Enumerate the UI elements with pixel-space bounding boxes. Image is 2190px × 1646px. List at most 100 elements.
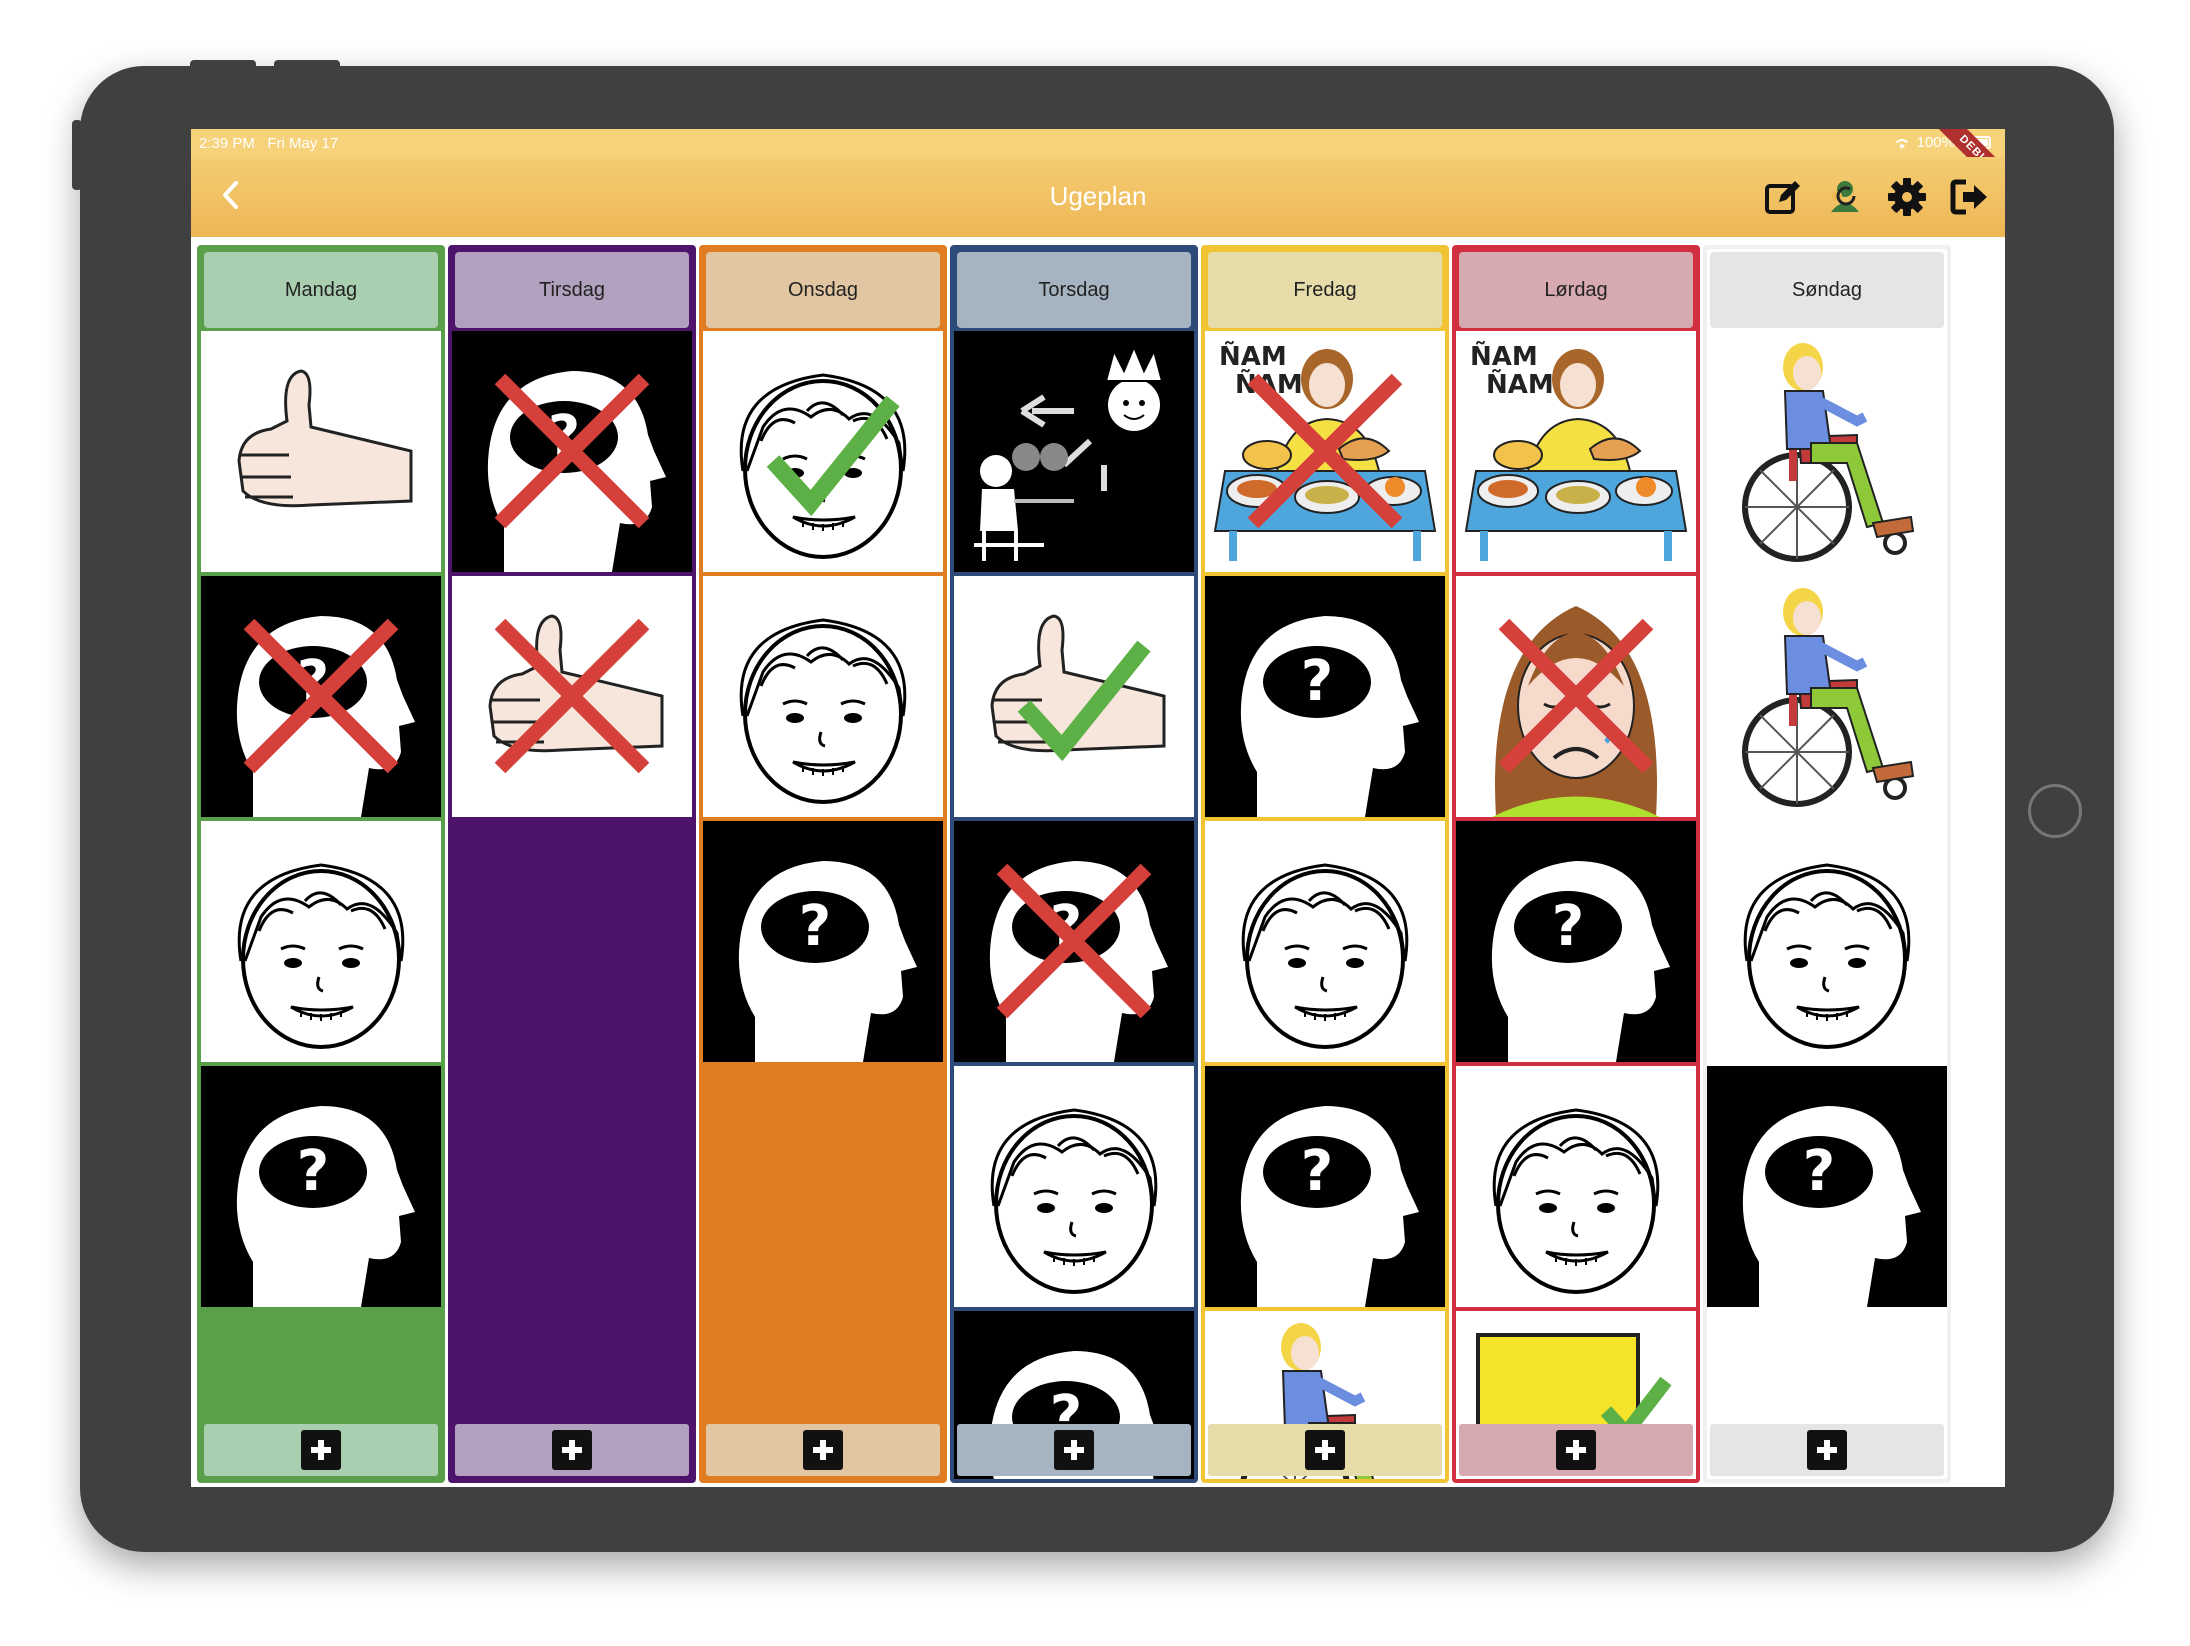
add-activity-button[interactable] [204, 1424, 438, 1476]
day-column-2: Onsdag? [699, 245, 947, 1483]
sad-girl-x-pictogram [1456, 576, 1696, 817]
add-activity-button[interactable] [1459, 1424, 1693, 1476]
activity-tile-question-head[interactable]: ? [201, 1066, 441, 1307]
activity-tile-wheelchair-girl[interactable] [1707, 331, 1947, 572]
smiling-boy-pictogram [703, 576, 943, 817]
activity-tile-question-head[interactable]: ? [1707, 1066, 1947, 1307]
question-head-pictogram: ? [1456, 821, 1696, 1062]
add-activity-button[interactable] [706, 1424, 940, 1476]
day-column-3: Torsdag?? [950, 245, 1198, 1483]
question-head-x-pictogram: ? [452, 331, 692, 572]
activity-tile-smiling-boy[interactable] [954, 1066, 1194, 1307]
activity-tile-thumbs-up[interactable] [201, 331, 441, 572]
question-head-pictogram: ? [201, 1066, 441, 1307]
edit-button[interactable] [1761, 175, 1805, 219]
plus-icon [1807, 1430, 1847, 1470]
svg-text:?: ? [1301, 649, 1333, 714]
question-head-pictogram: ? [703, 821, 943, 1062]
wheelchair-girl-pictogram [1707, 576, 1947, 817]
status-time: 2:39 PM Fri May 17 [199, 135, 339, 152]
status-bar: 2:39 PM Fri May 17 100% DEBUG [191, 129, 2005, 203]
activity-tile-smiling-boy[interactable] [1205, 821, 1445, 1062]
plus-icon [1054, 1430, 1094, 1470]
svg-text:ÑAM: ÑAM [1219, 340, 1287, 372]
svg-text:?: ? [1301, 1139, 1333, 1204]
smiling-boy-pictogram [201, 821, 441, 1062]
plus-icon [1305, 1430, 1345, 1470]
svg-text:?: ? [799, 894, 831, 959]
add-activity-button[interactable] [1710, 1424, 1944, 1476]
week-board: Mandag??Tirsdag?Onsdag?Torsdag??FredagÑA… [191, 237, 2005, 1487]
question-head-pictogram: ? [1205, 576, 1445, 817]
thumbs-up-pictogram [201, 331, 441, 572]
activity-tile-question-head[interactable]: ? [1205, 576, 1445, 817]
add-activity-button[interactable] [455, 1424, 689, 1476]
day-header[interactable]: Onsdag [706, 252, 940, 328]
thumbs-up-check-pictogram [954, 576, 1194, 817]
plus-icon [301, 1430, 341, 1470]
home-button[interactable] [2028, 784, 2082, 838]
smiling-boy-pictogram [1205, 821, 1445, 1062]
activity-tile-thumbs-up-check[interactable] [954, 576, 1194, 817]
activity-tile-question-head-x[interactable]: ? [201, 576, 441, 817]
page-title: Ugeplan [1049, 181, 1147, 211]
day-header[interactable]: Søndag [1710, 252, 1944, 328]
question-head-x-pictogram: ? [954, 821, 1194, 1062]
activity-tile-question-head[interactable]: ? [1456, 821, 1696, 1062]
day-header[interactable]: Mandag [204, 252, 438, 328]
day-column-4: FredagÑAMÑAM?? [1201, 245, 1449, 1483]
guardian-switch-icon [1831, 181, 1859, 212]
settings-button[interactable] [1885, 175, 1929, 219]
activity-tile-question-head-x[interactable]: ? [954, 821, 1194, 1062]
activity-tile-sad-girl-x[interactable] [1456, 576, 1696, 817]
eating-girl-x-pictogram: ÑAMÑAM [1205, 331, 1445, 572]
smiling-boy-pictogram [1707, 821, 1947, 1062]
appbar-actions [1761, 175, 1991, 219]
activity-tile-smiling-boy[interactable] [201, 821, 441, 1062]
wifi-icon [1895, 138, 1908, 149]
question-head-x-pictogram: ? [201, 576, 441, 817]
day-header[interactable]: Lørdag [1459, 252, 1693, 328]
app-screen: 2:39 PM Fri May 17 100% DEBUG Ugeplan Ma… [191, 129, 2005, 1487]
day-header[interactable]: Tirsdag [455, 252, 689, 328]
activity-tile-smiling-boy[interactable] [1707, 821, 1947, 1062]
activity-tile-smiling-boy-check[interactable] [703, 331, 943, 572]
smiling-boy-pictogram [954, 1066, 1194, 1307]
add-activity-button[interactable] [1208, 1424, 1442, 1476]
edit-icon [1765, 181, 1800, 214]
day-header[interactable]: Fredag [1208, 252, 1442, 328]
activity-tile-question-head[interactable]: ? [703, 821, 943, 1062]
logout-icon [1950, 179, 1987, 215]
activity-tile-smiling-boy[interactable] [703, 576, 943, 817]
add-activity-button[interactable] [957, 1424, 1191, 1476]
volume-button [274, 60, 340, 70]
volume-button [190, 60, 256, 70]
activity-tile-question-head[interactable]: ? [1205, 1066, 1445, 1307]
day-column-5: Lørdag ÑAM ÑAM? [1452, 245, 1700, 1483]
day-header[interactable]: Torsdag [957, 252, 1191, 328]
day-column-6: Søndag? [1703, 245, 1951, 1483]
question-head-pictogram: ? [1707, 1066, 1947, 1307]
svg-text:?: ? [1552, 894, 1584, 959]
question-head-pictogram: ? [1205, 1066, 1445, 1307]
svg-text:?: ? [297, 1139, 329, 1204]
wheelchair-girl-pictogram [1707, 331, 1947, 572]
activity-tile-wheelchair-girl[interactable] [1707, 576, 1947, 817]
activity-tile-smiling-boy[interactable] [1456, 1066, 1696, 1307]
settings-gear-icon [1888, 178, 1926, 216]
activity-tile-thumbs-up-x[interactable] [452, 576, 692, 817]
eating-girl-pictogram: ÑAMÑAM [1456, 331, 1696, 572]
plus-icon [803, 1430, 843, 1470]
smiling-boy-pictogram [1456, 1066, 1696, 1307]
plus-icon [552, 1430, 592, 1470]
svg-text:ÑAM: ÑAM [1486, 368, 1554, 400]
day-column-0: Mandag?? [197, 245, 445, 1483]
activity-tile-classroom-king[interactable] [954, 331, 1194, 572]
switch-citizen-button[interactable] [1823, 175, 1867, 219]
activity-tile-question-head-x[interactable]: ? [452, 331, 692, 572]
activity-tile-eating-girl[interactable]: ÑAM ÑAM [1456, 331, 1696, 572]
logout-button[interactable] [1947, 175, 1991, 219]
plus-icon [1556, 1430, 1596, 1470]
thumbs-up-x-pictogram [452, 576, 692, 817]
activity-tile-eating-girl-x[interactable]: ÑAMÑAM [1205, 331, 1445, 572]
